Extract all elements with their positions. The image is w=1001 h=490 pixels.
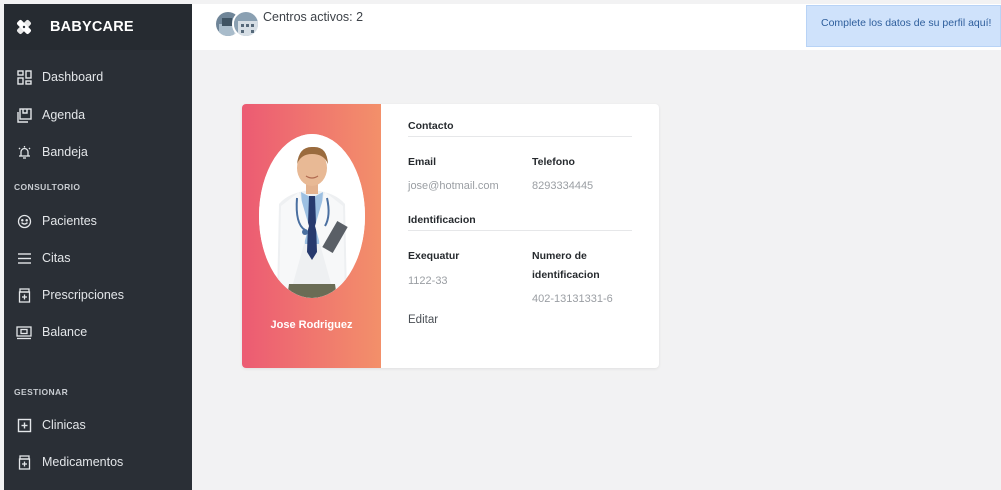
sidebar-item-dashboard[interactable]: Dashboard (4, 62, 192, 92)
sidebar-item-label: Dashboard (42, 70, 104, 84)
sidebar-item-balance[interactable]: Balance (4, 317, 192, 347)
complete-profile-alert[interactable]: Complete los datos de su perfil aquí! (806, 5, 1001, 47)
phone-label: Telefono (532, 156, 575, 168)
divider (408, 136, 632, 137)
bell-icon (16, 144, 32, 160)
exequatur-value: 1122-33 (408, 275, 448, 287)
sidebar-item-prescripciones[interactable]: Prescripciones (4, 280, 192, 310)
phone-value: 8293334445 (532, 180, 594, 192)
sidebar-item-label: Clinicas (42, 418, 86, 432)
sidebar-item-label: Citas (42, 251, 71, 265)
brand-name: BABYCARE (50, 19, 134, 35)
id-number-label-line2: identificacion (532, 269, 600, 281)
active-centers-avatars[interactable] (214, 10, 266, 40)
sidebar-item-label: Balance (42, 325, 88, 339)
sidebar-item-label: Medicamentos (42, 455, 124, 469)
sidebar-item-pacientes[interactable]: Pacientes (4, 206, 192, 236)
active-centers-label: Centros activos: 2 (263, 10, 364, 24)
dashboard-icon (16, 69, 32, 85)
id-number-label-line1: Numero de (532, 250, 587, 262)
smile-icon (16, 213, 32, 229)
sidebar-item-citas[interactable]: Citas (4, 243, 192, 273)
crossed-bandage-icon (16, 19, 32, 35)
profile-name: Jose Rodriguez (270, 319, 353, 331)
email-value: jose@hotmail.com (408, 180, 499, 192)
brand[interactable]: BABYCARE (4, 4, 192, 50)
sidebar-item-label: Agenda (42, 108, 86, 122)
divider (408, 230, 632, 231)
sidebar-item-clinicas[interactable]: Clinicas (4, 410, 192, 440)
center-avatar (232, 10, 260, 38)
sidebar-item-bandeja[interactable]: Bandeja (4, 137, 192, 167)
prescription-icon (16, 287, 32, 303)
doctor-avatar (259, 134, 365, 298)
exequatur-label: Exequatur (408, 250, 460, 262)
medicine-icon (16, 454, 32, 470)
sidebar-item-label: Bandeja (42, 145, 88, 159)
section-consultorio: CONSULTORIO (14, 182, 81, 192)
balance-icon (16, 324, 32, 340)
plus-square-icon (16, 417, 32, 433)
id-number-value: 402-13131331-6 (532, 293, 613, 305)
sidebar-item-label: Prescripciones (42, 288, 124, 302)
list-icon (16, 250, 32, 266)
identification-section-title: Identificacion (408, 214, 476, 226)
profile-card-header: Jose Rodriguez (242, 104, 381, 368)
email-label: Email (408, 156, 437, 168)
edit-profile-button[interactable]: Editar (408, 314, 438, 326)
sidebar-item-medicamentos[interactable]: Medicamentos (4, 447, 192, 477)
contact-section-title: Contacto (408, 120, 454, 132)
profile-card: Jose Rodriguez Contacto Email jose@hotma… (242, 104, 659, 368)
sidebar-item-label: Pacientes (42, 214, 97, 228)
sidebar-item-agenda[interactable]: Agenda (4, 100, 192, 130)
agenda-icon (16, 107, 32, 123)
sidebar: BABYCARE Dashboard Agenda Bandeja CONSUL… (4, 4, 192, 490)
section-gestionar: GESTIONAR (14, 387, 69, 397)
